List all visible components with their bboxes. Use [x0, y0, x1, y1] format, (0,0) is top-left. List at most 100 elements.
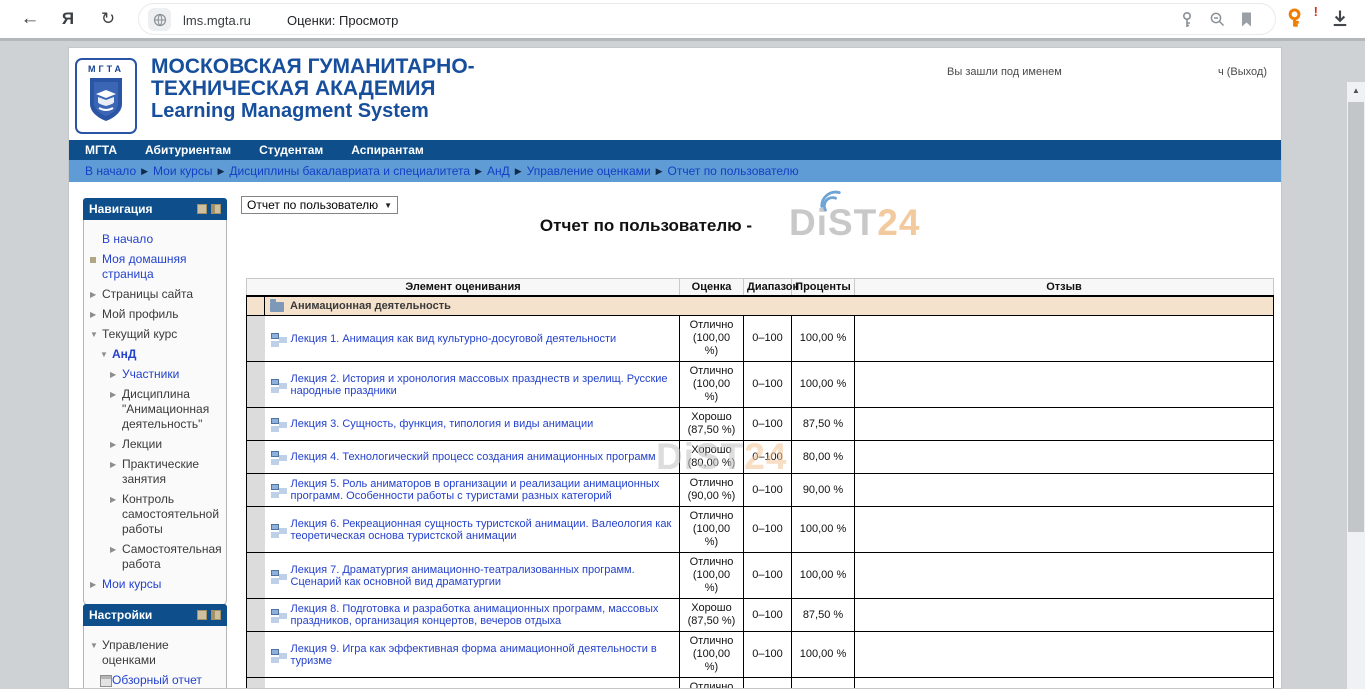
tree-toggle-icon[interactable]: ▶ [110, 542, 122, 557]
login-status: Вы зашли под именем ч (Выход) [947, 66, 1267, 78]
sidebar-item-label[interactable]: Контроль самостоятельной работы [122, 492, 222, 537]
breadcrumb-separator-icon: ▶ [475, 166, 482, 177]
indent-cell [247, 599, 265, 632]
sidebar-item: ▼АнД [88, 347, 222, 362]
sidebar-item-label[interactable]: Моя домашняя страница [102, 252, 222, 282]
grade-item-link[interactable]: Лекция 2. История и хронология массовых … [291, 373, 675, 397]
sidebar-item-label[interactable]: Управление оценками [102, 638, 222, 668]
refresh-button[interactable]: ↻ [94, 5, 122, 33]
table-row: Лекция 6. Рекреационная сущность туристс… [247, 507, 1274, 553]
sidebar-item-label[interactable]: Участники [122, 367, 179, 382]
grade-item-link[interactable]: Лекция 5. Роль аниматоров в организации … [291, 478, 675, 502]
breadcrumb-link[interactable]: Мои курсы [153, 164, 212, 178]
sidebar-item: ▶Мои курсы [88, 577, 222, 592]
item-name-cell: Лекция 2. История и хронология массовых … [265, 362, 680, 408]
lesson-icon [271, 649, 279, 655]
scrollbar-thumb[interactable] [1348, 102, 1364, 532]
scroll-up-icon[interactable]: ▲ [1347, 82, 1365, 98]
sidebar-item-label[interactable]: Лекции [122, 437, 162, 452]
table-row: Лекция 2. История и хронология массовых … [247, 362, 1274, 408]
percent-cell: 87,50 % [792, 599, 855, 632]
nav-menu-item[interactable]: МГТА [85, 143, 117, 157]
report-title: Отчет по пользователю - [241, 216, 1051, 236]
sidebar-item-label[interactable]: Дисциплина "Анимационная деятельность" [122, 387, 222, 432]
tree-toggle-icon[interactable]: ▶ [90, 307, 102, 322]
password-alert-icon[interactable]: ! [1286, 7, 1316, 29]
tree-toggle-icon[interactable]: ▶ [90, 577, 102, 592]
lesson-icon [271, 379, 279, 385]
settings-block-title: Настройки [89, 608, 152, 622]
sidebar-item-label[interactable]: Мои курсы [102, 577, 161, 592]
range-cell: 0–100 [744, 362, 792, 408]
feedback-cell [855, 599, 1274, 632]
academy-logo[interactable]: МГТА [75, 58, 137, 134]
lesson-icon [271, 570, 279, 576]
tree-toggle-icon[interactable]: ▼ [90, 638, 102, 653]
yandex-logo-icon[interactable]: Я [54, 5, 82, 33]
sidebar-item: ▶Лекции [88, 437, 222, 452]
site-globe-icon [148, 8, 171, 31]
grade-percent-text: (100,00 %) [685, 569, 738, 595]
window-divider [0, 38, 1365, 41]
breadcrumb-link[interactable]: Отчет по пользователю [668, 164, 799, 178]
breadcrumb-link[interactable]: АнД [487, 164, 510, 178]
breadcrumb-link[interactable]: Управление оценками [527, 164, 651, 178]
sidebar-item-label[interactable]: Мой профиль [102, 307, 179, 322]
grade-text: Отлично [685, 319, 738, 332]
download-icon[interactable] [1330, 8, 1350, 28]
indent-cell [247, 553, 265, 599]
tree-toggle-icon[interactable]: ▼ [90, 327, 102, 342]
url-text[interactable]: lms.mgta.ru [183, 13, 251, 28]
sidebar-item-label[interactable]: Обзорный отчет [112, 673, 202, 688]
tree-toggle-icon[interactable]: ▶ [90, 287, 102, 302]
grade-item-link[interactable]: Лекция 8. Подготовка и разработка анимац… [291, 603, 675, 627]
key-icon[interactable] [1179, 11, 1197, 29]
block-dock-icon[interactable] [211, 204, 221, 214]
block-hide-icon[interactable] [197, 204, 207, 214]
table-row: Лекция 8. Подготовка и разработка анимац… [247, 599, 1274, 632]
sidebar-item-label[interactable]: Самостоятельная работа [122, 542, 222, 572]
block-hide-icon[interactable] [197, 610, 207, 620]
indent-cell [247, 632, 265, 678]
address-bar[interactable]: lms.mgta.ru Оценки: Просмотр [138, 3, 1276, 35]
grade-item-link[interactable]: Лекция 3. Сущность, функция, типология и… [291, 418, 594, 430]
grade-item-link[interactable]: Лекция 7. Драматургия анимационно-театра… [291, 564, 675, 588]
back-button[interactable]: ← [16, 5, 44, 33]
nav-menu-item[interactable]: Студентам [259, 143, 323, 157]
feedback-cell [855, 507, 1274, 553]
grade-item-link[interactable]: Лекция 1. Анимация как вид культурно-дос… [291, 333, 617, 345]
nav-menu-item[interactable]: Абитуриентам [145, 143, 231, 157]
tree-toggle-icon[interactable]: ▶ [110, 437, 122, 452]
block-dock-icon[interactable] [211, 610, 221, 620]
sidebar: Навигация В началоМоя домашняя страница▶… [83, 198, 227, 689]
report-type-select[interactable]: Отчет по пользователю ▼ [241, 196, 398, 214]
tree-toggle-icon[interactable]: ▶ [110, 387, 122, 402]
tree-toggle-icon[interactable]: ▼ [100, 347, 112, 362]
item-name-cell: Лекция 7. Драматургия анимационно-театра… [265, 553, 680, 599]
tree-toggle-icon[interactable]: ▶ [110, 457, 122, 472]
logout-link[interactable]: ч (Выход) [1218, 66, 1267, 78]
breadcrumb-link[interactable]: Дисциплины бакалавриата и специалитета [229, 164, 470, 178]
breadcrumb-link[interactable]: В начало [85, 164, 136, 178]
sidebar-item-label[interactable]: Практические занятия [122, 457, 222, 487]
sidebar-item-label[interactable]: В начало [102, 232, 153, 247]
sidebar-item: ▶Контроль самостоятельной работы [88, 492, 222, 537]
sidebar-item-label[interactable]: Текущий курс [102, 327, 177, 342]
sidebar-item-label[interactable]: Страницы сайта [102, 287, 193, 302]
org-title-line3: Learning Managment System [151, 100, 475, 122]
bookmark-icon[interactable] [1239, 11, 1257, 29]
feedback-cell [855, 441, 1274, 474]
lesson-icon [271, 418, 279, 424]
grade-cell: Хорошо(87,50 %) [680, 408, 744, 441]
nav-menu-item[interactable]: Аспирантам [351, 143, 424, 157]
range-cell: 0–100 [744, 441, 792, 474]
grade-item-link[interactable]: Лекция 6. Рекреационная сущность туристс… [291, 518, 675, 542]
grade-item-link[interactable]: Лекция 4. Технологический процесс создан… [291, 451, 656, 463]
zoom-page-icon[interactable] [1209, 11, 1227, 29]
tree-toggle-icon[interactable]: ▶ [110, 367, 122, 382]
grade-item-link[interactable]: Лекция 9. Игра как эффективная форма ани… [291, 643, 675, 667]
tree-toggle-icon[interactable]: ▶ [110, 492, 122, 507]
breadcrumb-separator-icon: ▶ [515, 166, 522, 177]
sidebar-item-label[interactable]: АнД [112, 347, 136, 362]
page-scrollbar[interactable]: ▲ ▼ [1347, 82, 1365, 689]
